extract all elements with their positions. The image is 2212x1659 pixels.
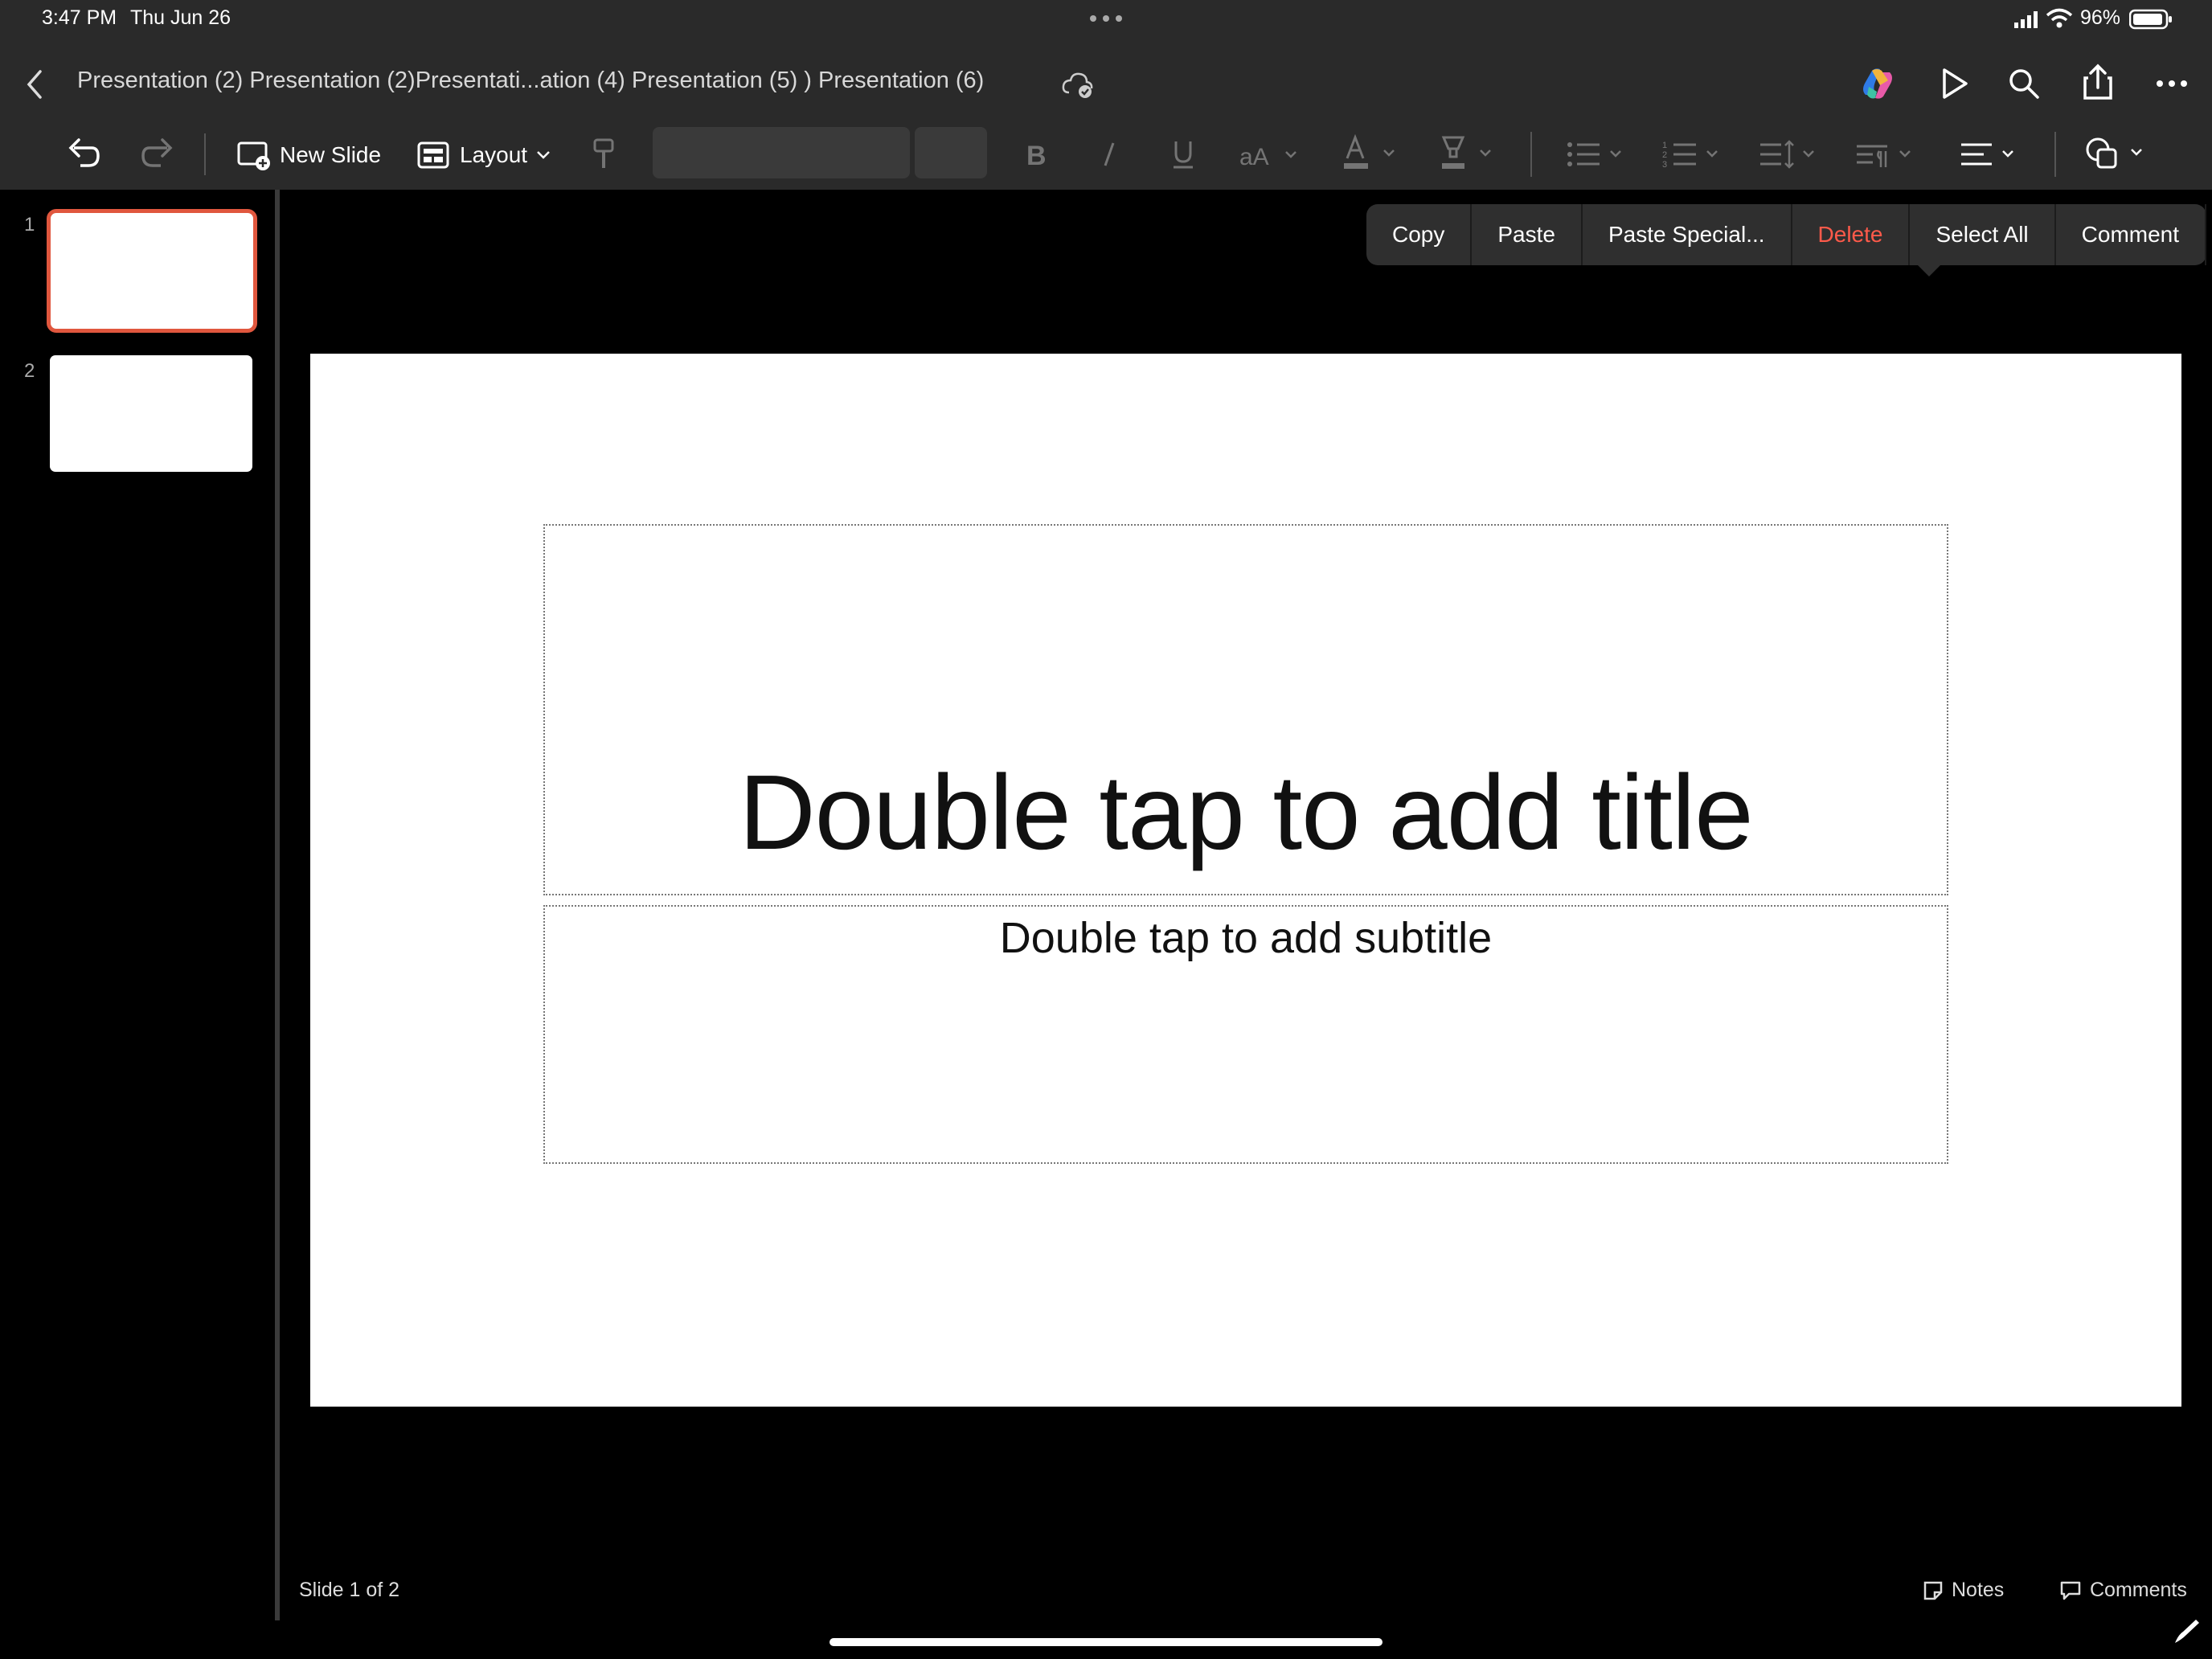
svg-text:aA: aA [1239, 144, 1269, 168]
comment-menu-item[interactable]: Comment [2056, 204, 2207, 265]
paragraph-icon[interactable] [1854, 133, 1919, 175]
new-slide-button[interactable]: New Slide [236, 133, 381, 177]
svg-text:1: 1 [1662, 141, 1667, 150]
bold-icon[interactable]: B [1018, 133, 1053, 175]
font-name-field[interactable] [653, 127, 910, 178]
top-bar: 3:47 PM Thu Jun 26 96% Presentation (2) … [0, 0, 2212, 190]
paste-special-menu-item[interactable]: Paste Special... [1583, 204, 1792, 265]
cloud-saved-icon[interactable] [1059, 66, 1096, 103]
svg-text:2: 2 [1662, 150, 1667, 160]
svg-text:3: 3 [1662, 160, 1667, 170]
context-menu-pointer [1918, 265, 1940, 276]
thumbnail-number: 2 [24, 360, 35, 382]
format-painter-icon[interactable] [587, 133, 621, 175]
new-slide-icon [236, 139, 272, 171]
title-placeholder[interactable]: Double tap to add title [543, 524, 1948, 895]
select-all-menu-item[interactable]: Select All [1910, 204, 2056, 265]
toolbar-divider [1530, 132, 1532, 177]
toolbar-divider [2054, 132, 2056, 177]
subtitle-placeholder-text: Double tap to add subtitle [999, 914, 1493, 962]
align-text-icon[interactable] [1958, 133, 2024, 175]
battery-percent: 96% [2080, 6, 2121, 29]
panel-divider[interactable] [275, 190, 280, 1620]
layout-label: Layout [460, 142, 528, 167]
play-slideshow-icon[interactable] [1936, 64, 1974, 103]
status-date: Thu Jun 26 [130, 6, 231, 29]
home-indicator[interactable] [830, 1638, 1382, 1646]
subtitle-placeholder[interactable]: Double tap to add subtitle [543, 905, 1948, 1164]
copy-menu-item[interactable]: Copy [1366, 204, 1473, 265]
layout-button[interactable]: Layout [416, 133, 551, 177]
font-size-field[interactable] [915, 127, 987, 178]
pen-draw-icon[interactable] [2170, 1616, 2202, 1648]
cellular-signal-icon [2011, 8, 2043, 31]
notes-button[interactable]: Notes [1923, 1579, 2004, 1602]
comments-button[interactable]: Comments [2059, 1579, 2187, 1602]
highlight-icon[interactable] [1437, 130, 1500, 175]
multitasking-dots-icon[interactable] [1087, 8, 1125, 29]
slide-thumbnail-2[interactable] [50, 355, 252, 472]
italic-icon[interactable] [1092, 133, 1127, 175]
notes-icon [1923, 1580, 1944, 1601]
more-options-icon[interactable] [2153, 69, 2191, 98]
delete-menu-item[interactable]: Delete [1792, 204, 1911, 265]
toolbar-divider [204, 133, 206, 175]
font-color-icon[interactable] [1341, 130, 1403, 175]
comments-label: Comments [2090, 1579, 2187, 1601]
comment-icon [2059, 1580, 2082, 1601]
shapes-icon[interactable] [2083, 132, 2151, 175]
layout-icon [416, 141, 450, 170]
battery-icon [2128, 8, 2173, 31]
title-placeholder-text: Double tap to add title [739, 753, 1753, 871]
slide-thumbnail-1[interactable] [47, 209, 257, 333]
share-icon[interactable] [2079, 61, 2117, 103]
svg-text:B: B [1026, 141, 1046, 168]
paste-menu-item[interactable]: Paste [1472, 204, 1583, 265]
slide-thumbnail-panel: 1 2 [0, 190, 275, 1625]
copilot-icon[interactable] [1858, 64, 1897, 103]
numbered-list-icon[interactable]: 123 [1661, 133, 1727, 175]
bullet-list-icon[interactable] [1564, 133, 1630, 175]
line-spacing-icon[interactable] [1757, 133, 1823, 175]
new-slide-label: New Slide [280, 142, 382, 167]
wifi-icon [2045, 6, 2074, 31]
slide-canvas[interactable]: Double tap to add title Double tap to ad… [310, 354, 2181, 1407]
notes-label: Notes [1952, 1579, 2005, 1601]
layout-chevron-down-icon [535, 150, 551, 161]
context-menu: Copy Paste Paste Special... Delete Selec… [1366, 204, 2207, 276]
status-time: 3:47 PM [42, 6, 117, 29]
thumbnail-number: 1 [24, 214, 35, 236]
undo-icon[interactable] [64, 133, 103, 174]
underline-icon[interactable] [1165, 133, 1201, 175]
back-chevron-icon[interactable] [18, 64, 50, 104]
search-icon[interactable] [2005, 64, 2043, 103]
font-size-change-icon[interactable]: aA [1236, 133, 1302, 175]
document-title[interactable]: Presentation (2) Presentation (2)Present… [77, 68, 984, 94]
slide-indicator: Slide 1 of 2 [299, 1579, 400, 1601]
redo-icon[interactable] [138, 133, 177, 174]
